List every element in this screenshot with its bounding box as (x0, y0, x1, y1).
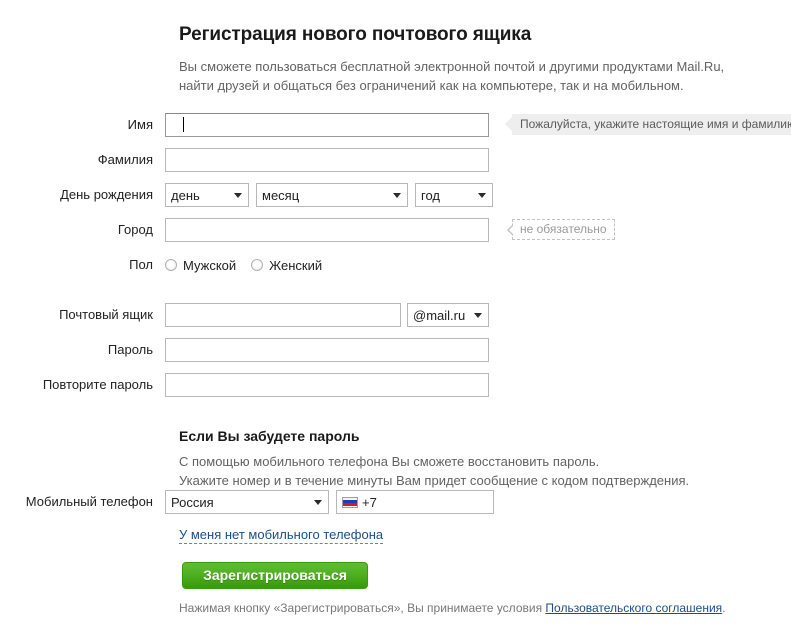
mailbox-domain-value: @mail.ru (413, 308, 465, 323)
row-password: Пароль (0, 338, 489, 362)
register-button[interactable]: Зарегистрироваться (182, 562, 368, 589)
gender-radio-group: Мужской Женский (165, 258, 337, 273)
chevron-down-icon (234, 193, 242, 198)
birthday-day-value: день (171, 188, 200, 203)
label-password-repeat: Повторите пароль (0, 373, 165, 397)
row-mobile-phone: Мобильный телефон Россия +7 (0, 490, 494, 514)
footer-text-after: . (722, 601, 725, 615)
chevron-down-icon (478, 193, 486, 198)
gender-male-radio[interactable] (165, 259, 177, 271)
registration-page: Регистрация нового почтового ящика Вы см… (0, 0, 791, 632)
gender-female-radio[interactable] (251, 259, 263, 271)
page-header: Регистрация нового почтового ящика Вы см… (179, 24, 739, 95)
label-first-name: Имя (0, 113, 165, 137)
birthday-year-select[interactable]: год (415, 183, 493, 207)
row-password-repeat: Повторите пароль (0, 373, 489, 397)
chevron-down-icon (393, 193, 401, 198)
last-name-input[interactable] (165, 148, 489, 172)
gender-female-label[interactable]: Женский (269, 258, 322, 273)
mailbox-domain-select[interactable]: @mail.ru (407, 303, 489, 327)
mailbox-input[interactable] (165, 303, 401, 327)
row-mailbox: Почтовый ящик @mail.ru (0, 303, 489, 327)
no-mobile-phone-link[interactable]: У меня нет мобильного телефона (179, 526, 383, 544)
page-title: Регистрация нового почтового ящика (179, 24, 739, 46)
row-birthday: День рождения день месяц год (0, 183, 493, 207)
chevron-down-icon (474, 313, 482, 318)
city-optional-hint: не обязательно (512, 219, 615, 240)
russia-flag-icon (342, 497, 358, 508)
first-name-tooltip: Пожалуйста, укажите настоящие имя и фами… (512, 114, 791, 135)
row-first-name: Имя (0, 113, 489, 137)
row-gender: Пол Мужской Женский (0, 253, 337, 277)
birthday-month-value: месяц (262, 188, 299, 203)
page-subtitle: Вы сможете пользоваться бесплатной элект… (179, 57, 739, 95)
label-birthday: День рождения (0, 183, 165, 207)
birthday-day-select[interactable]: день (165, 183, 249, 207)
first-name-input[interactable] (165, 113, 489, 137)
phone-prefix: +7 (362, 495, 377, 510)
row-city: Город (0, 218, 489, 242)
city-input[interactable] (165, 218, 489, 242)
password-repeat-input[interactable] (165, 373, 489, 397)
label-mobile-phone: Мобильный телефон (0, 490, 165, 514)
birthday-year-value: год (421, 188, 440, 203)
password-input[interactable] (165, 338, 489, 362)
chevron-down-icon (314, 500, 322, 505)
footer-text-before: Нажимая кнопку «Зарегистрироваться», Вы … (179, 601, 545, 615)
recovery-text: С помощью мобильного телефона Вы сможете… (179, 452, 699, 490)
footer-agreement: Нажимая кнопку «Зарегистрироваться», Вы … (179, 601, 726, 615)
label-city: Город (0, 218, 165, 242)
country-value: Россия (171, 495, 214, 510)
row-last-name: Фамилия (0, 148, 489, 172)
label-gender: Пол (0, 253, 165, 277)
recovery-text-line-2: Укажите номер и в течение минуты Вам при… (179, 471, 699, 490)
label-password: Пароль (0, 338, 165, 362)
subtitle-line-2: найти друзей и общаться без ограничений … (179, 76, 739, 95)
user-agreement-link[interactable]: Пользовательского соглашения (545, 601, 722, 615)
label-mailbox: Почтовый ящик (0, 303, 165, 327)
label-last-name: Фамилия (0, 148, 165, 172)
country-select[interactable]: Россия (165, 490, 329, 514)
birthday-month-select[interactable]: месяц (256, 183, 408, 207)
text-cursor (183, 117, 184, 132)
phone-number-input[interactable]: +7 (336, 490, 494, 514)
recovery-heading: Если Вы забудете пароль (179, 428, 699, 444)
gender-male-label[interactable]: Мужской (183, 258, 236, 273)
recovery-text-line-1: С помощью мобильного телефона Вы сможете… (179, 452, 699, 471)
recovery-section: Если Вы забудете пароль С помощью мобиль… (179, 428, 699, 490)
subtitle-line-1: Вы сможете пользоваться бесплатной элект… (179, 57, 739, 76)
